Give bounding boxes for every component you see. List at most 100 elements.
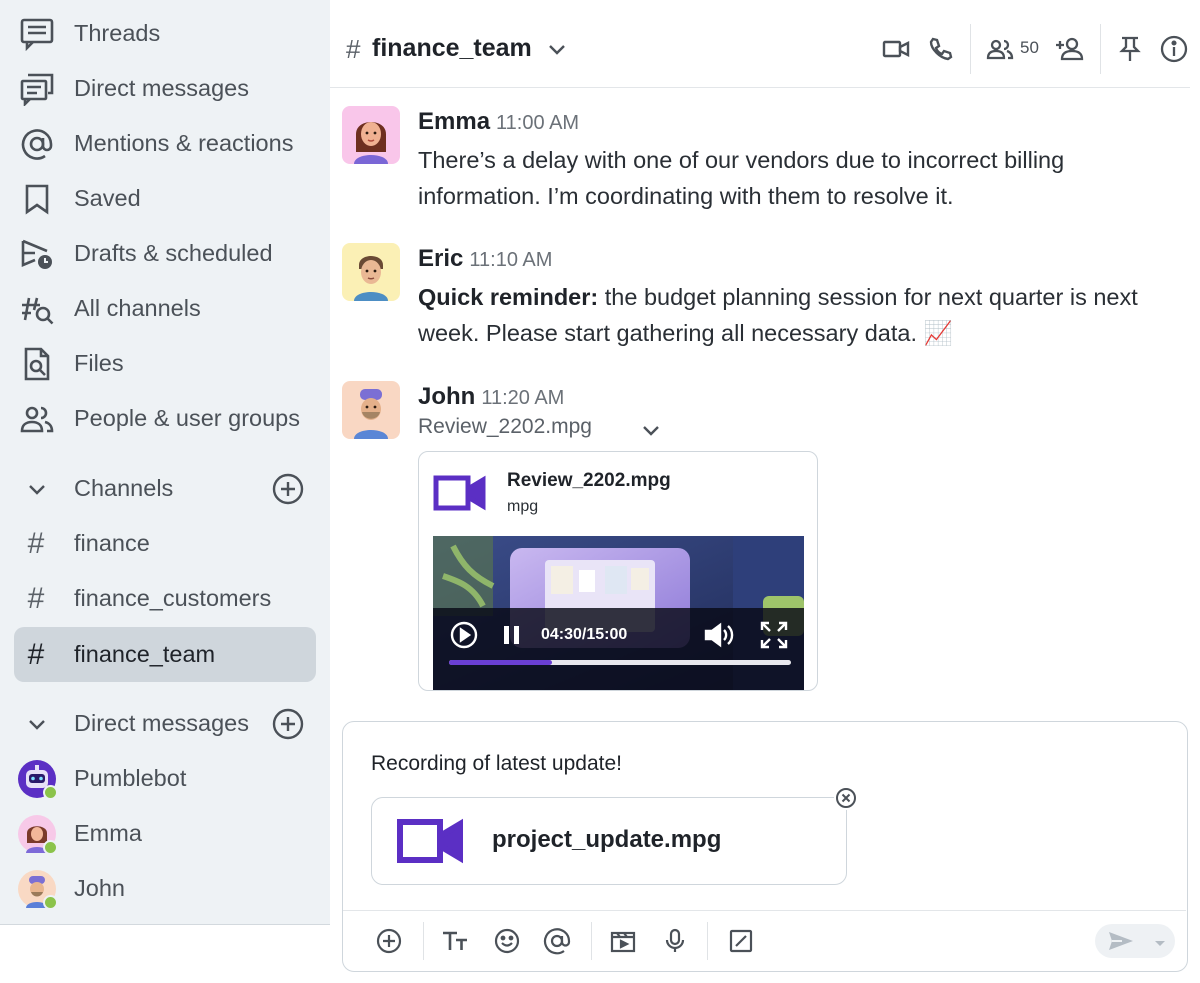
channel-label: finance_team <box>74 641 216 667</box>
sidebar-item-all-channels[interactable]: All channels <box>0 281 330 336</box>
add-channel-icon[interactable] <box>272 473 304 505</box>
sidebar-item-direct-messages[interactable]: Direct messages <box>0 61 330 116</box>
message-text: Quick reminder: the budget planning sess… <box>418 279 1168 351</box>
composer-input[interactable]: Recording of latest update! <box>371 752 622 776</box>
online-status-dot <box>43 839 58 855</box>
message-time: 11:10 AM <box>469 249 553 271</box>
message-composer[interactable]: Recording of latest update! project_upda… <box>342 721 1188 972</box>
phone-icon[interactable] <box>924 33 956 65</box>
message-bold-text: Quick reminder: <box>418 284 599 310</box>
video-progress-track[interactable] <box>449 660 791 665</box>
channel-search-icon <box>18 290 56 328</box>
sidebar-item-label: Mentions & reactions <box>74 130 294 156</box>
send-options-caret-icon[interactable] <box>1153 936 1167 946</box>
direct-messages-icon <box>18 70 56 108</box>
sidebar-item-drafts[interactable]: Drafts & scheduled <box>0 226 330 281</box>
sidebar-channel-finance-customers[interactable]: # finance_customers <box>0 571 330 626</box>
dm-label: Emma <box>74 820 142 846</box>
volume-icon[interactable] <box>703 620 735 650</box>
author-name[interactable]: John <box>418 383 475 410</box>
members-icon[interactable] <box>984 33 1016 65</box>
john-avatar <box>18 869 58 910</box>
channel-label: finance_customers <box>74 585 272 611</box>
message-time: 11:20 AM <box>481 387 565 409</box>
dm-label: John <box>74 875 125 901</box>
chevron-down-icon[interactable] <box>546 38 568 60</box>
sidebar-item-label: Direct messages <box>74 75 249 101</box>
sidebar-item-label: Saved <box>74 185 141 211</box>
message-author[interactable]: Emma 11:00 AM <box>418 108 579 136</box>
message-text: There’s a delay with one of our vendors … <box>418 147 1065 209</box>
message-author[interactable]: Eric 11:10 AM <box>418 245 552 273</box>
header-divider <box>1100 24 1101 74</box>
channel-title[interactable]: finance_team <box>372 34 532 63</box>
sidebar-item-mentions[interactable]: Mentions & reactions <box>0 116 330 171</box>
toolbar-divider <box>423 922 424 960</box>
add-member-icon[interactable] <box>1054 33 1086 65</box>
member-count[interactable]: 50 <box>1020 38 1039 58</box>
video-call-icon[interactable] <box>880 33 912 65</box>
sidebar-item-people[interactable]: People & user groups <box>0 391 330 446</box>
sidebar-channel-finance[interactable]: # finance <box>0 516 330 571</box>
video-clip-icon[interactable] <box>607 925 639 957</box>
sidebar-dm-john[interactable]: John <box>0 861 330 916</box>
toolbar-divider <box>707 922 708 960</box>
pin-icon[interactable] <box>1114 33 1146 65</box>
video-title: Review_2202.mpg <box>507 470 671 491</box>
video-progress-fill <box>449 660 552 665</box>
bookmark-icon <box>18 180 56 218</box>
file-link[interactable]: Review_2202.mpg <box>418 415 592 439</box>
author-name[interactable]: Emma <box>418 108 490 135</box>
video-attachment-card[interactable]: Review_2202.mpg mpg 04:30/15:00 <box>418 451 818 691</box>
sidebar-dm-pumblebot[interactable]: Pumblebot <box>0 751 330 806</box>
mention-icon[interactable] <box>541 925 573 957</box>
channel-label: finance <box>74 530 150 556</box>
emma-avatar <box>342 106 400 164</box>
john-avatar <box>342 381 400 439</box>
chevron-down-icon[interactable] <box>640 419 662 441</box>
dm-section-header[interactable]: Direct messages <box>0 696 330 751</box>
add-icon[interactable] <box>373 925 405 957</box>
sidebar-dm-emma[interactable]: Emma <box>0 806 330 861</box>
send-button[interactable] <box>1095 924 1175 958</box>
fullscreen-icon[interactable] <box>759 620 789 650</box>
eric-avatar <box>342 243 400 301</box>
channel-hash-icon: # <box>27 581 45 615</box>
people-icon <box>18 400 56 438</box>
attachment-name: project_update.mpg <box>492 826 722 853</box>
play-icon[interactable] <box>449 620 479 650</box>
pause-icon[interactable] <box>501 622 523 648</box>
channel-hash-icon: # <box>27 526 45 560</box>
channels-section-header[interactable]: Channels <box>0 461 330 516</box>
composer-divider <box>343 910 1186 911</box>
video-file-icon <box>433 474 487 512</box>
microphone-icon[interactable] <box>659 925 691 957</box>
channel-header: # finance_team 50 <box>330 0 1190 88</box>
slash-command-icon[interactable] <box>725 925 757 957</box>
sidebar-item-label: People & user groups <box>74 405 301 431</box>
sidebar-item-saved[interactable]: Saved <box>0 171 330 226</box>
composer-attachment[interactable]: project_update.mpg <box>371 797 847 885</box>
text-format-icon[interactable] <box>439 925 471 957</box>
sidebar-item-threads[interactable]: Threads <box>0 6 330 61</box>
video-player[interactable]: 04:30/15:00 <box>433 536 804 690</box>
message-time: 11:00 AM <box>496 112 580 134</box>
toolbar-divider <box>591 922 592 960</box>
add-dm-icon[interactable] <box>272 708 304 740</box>
sidebar: Threads Direct messages Mentions & react… <box>0 0 330 925</box>
sidebar-item-label: All channels <box>74 295 201 321</box>
info-icon[interactable] <box>1158 33 1190 65</box>
author-name[interactable]: Eric <box>418 245 463 272</box>
sidebar-item-label: Drafts & scheduled <box>74 240 273 266</box>
main-panel: # finance_team 50 Emma 11:00 AM There’s … <box>330 0 1200 983</box>
threads-icon <box>18 15 56 53</box>
sidebar-channel-finance-team[interactable]: # finance_team <box>14 627 316 682</box>
channels-section-label: Channels <box>74 475 174 501</box>
video-extension: mpg <box>507 498 539 515</box>
video-controls: 04:30/15:00 <box>433 608 804 690</box>
sidebar-item-files[interactable]: Files <box>0 336 330 391</box>
pumblebot-avatar <box>18 759 58 800</box>
message-author[interactable]: John 11:20 AM <box>418 383 564 411</box>
emoji-icon[interactable] <box>491 925 523 957</box>
remove-attachment-icon[interactable] <box>834 786 858 810</box>
